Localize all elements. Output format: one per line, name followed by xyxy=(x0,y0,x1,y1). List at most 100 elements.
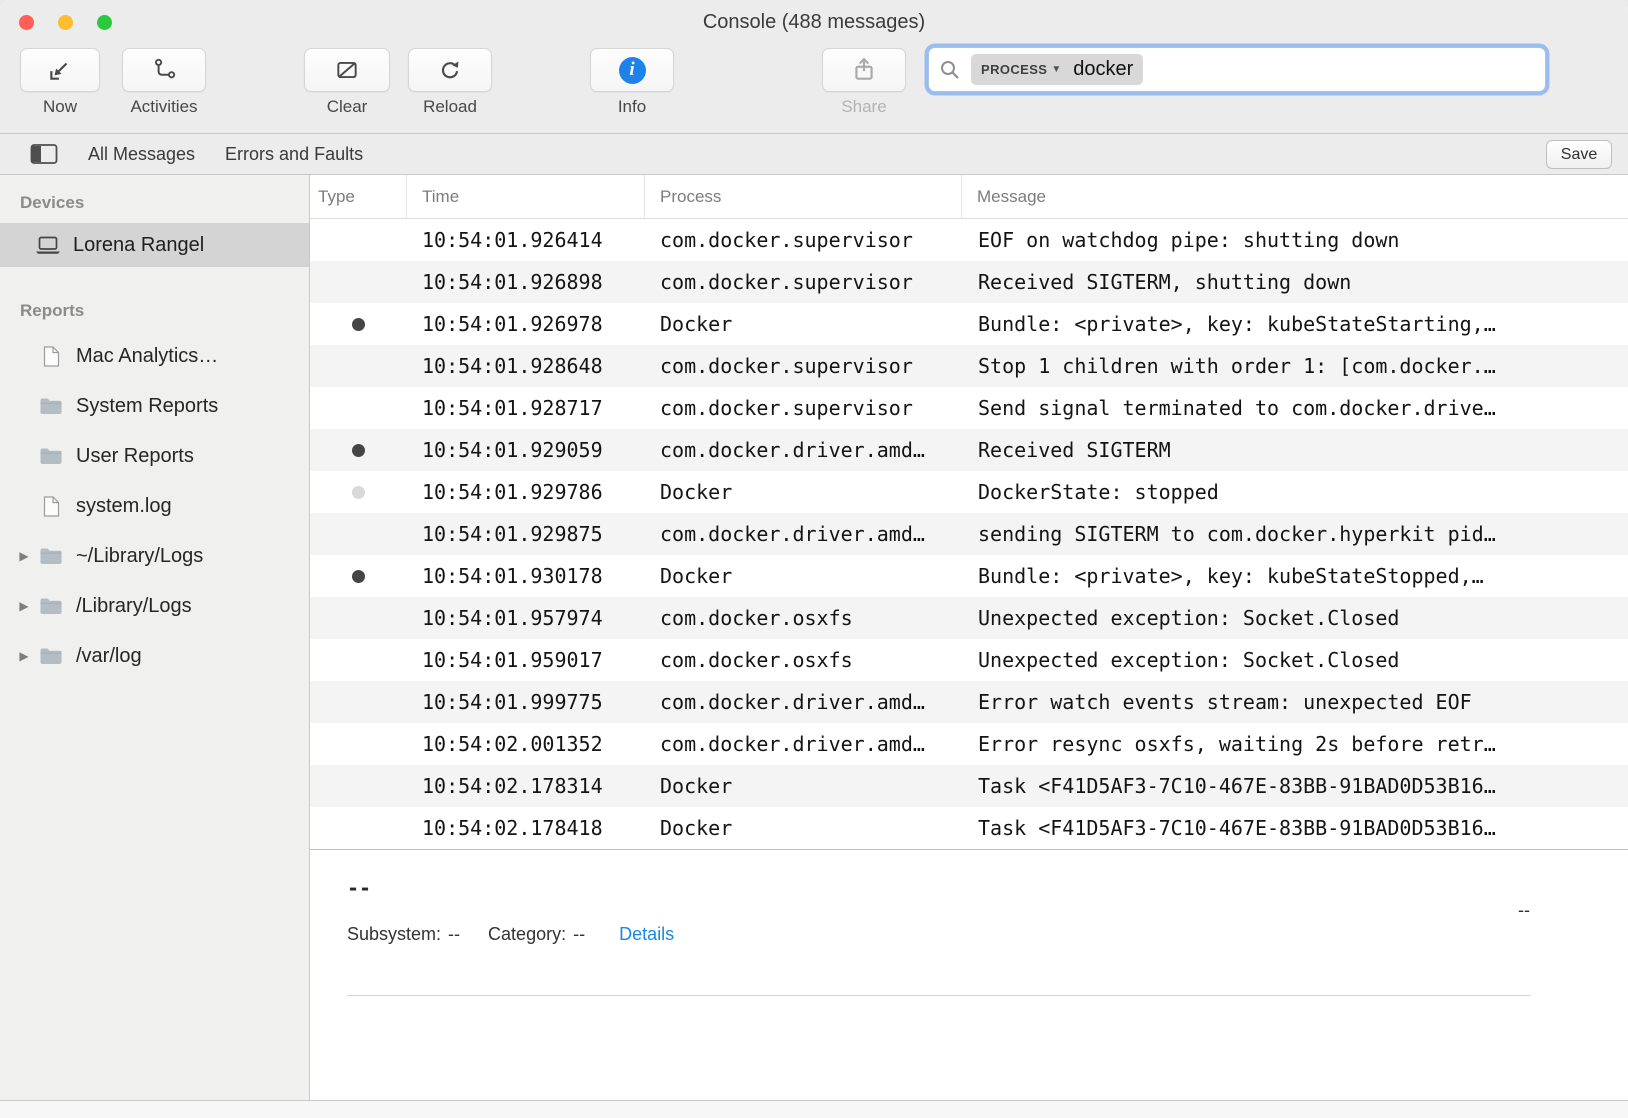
traffic-lights xyxy=(19,15,112,30)
log-message: Stop 1 children with order 1: [com.docke… xyxy=(962,354,1628,378)
disclosure-triangle-icon[interactable]: ▶ xyxy=(12,599,36,613)
detail-divider xyxy=(347,995,1530,996)
sidebar-item[interactable]: ▶ /Library/Logs xyxy=(0,581,309,631)
detail-meta-row: Subsystem: -- Category: -- Details xyxy=(347,924,1628,945)
log-row[interactable]: 10:54:01.926898 com.docker.supervisor Re… xyxy=(310,261,1628,303)
sidebar-item[interactable]: Mac Analytics… xyxy=(0,331,309,381)
log-time: 10:54:02.178314 xyxy=(407,774,645,798)
console-window: Console (488 messages) Now xyxy=(0,0,1628,1118)
sidebar-item[interactable]: ▶ /var/log xyxy=(0,631,309,681)
column-header-time[interactable]: Time xyxy=(407,175,645,218)
folder-icon xyxy=(36,447,66,465)
log-row[interactable]: 10:54:02.178314 Docker Task <F41D5AF3-7C… xyxy=(310,765,1628,807)
save-button[interactable]: Save xyxy=(1546,140,1612,169)
activities-icon xyxy=(151,57,177,83)
log-time: 10:54:01.999775 xyxy=(407,690,645,714)
log-message: EOF on watchdog pipe: shutting down xyxy=(962,228,1628,252)
detail-right-placeholder: -- xyxy=(1518,900,1530,921)
log-message: Unexpected exception: Socket.Closed xyxy=(962,606,1628,630)
scope-bar: All Messages Errors and Faults Save xyxy=(0,134,1628,175)
log-row[interactable]: 10:54:01.928717 com.docker.supervisor Se… xyxy=(310,387,1628,429)
folder-icon xyxy=(36,647,66,665)
log-process: com.docker.supervisor xyxy=(645,396,962,420)
activities-button[interactable]: Activities xyxy=(122,48,206,117)
log-row[interactable]: 10:54:02.178418 Docker Task <F41D5AF3-7C… xyxy=(310,807,1628,849)
log-message: Bundle: <private>, key: kubeStateStartin… xyxy=(962,312,1628,336)
horizontal-scrollbar-track[interactable] xyxy=(0,1100,1628,1118)
log-row[interactable]: 10:54:01.959017 com.docker.osxfs Unexpec… xyxy=(310,639,1628,681)
search-filter-token[interactable]: PROCESS ▼ docker xyxy=(971,54,1143,85)
log-level-dot-icon xyxy=(352,486,365,499)
clear-button[interactable]: Clear xyxy=(304,48,390,117)
log-process: com.docker.supervisor xyxy=(645,228,962,252)
sidebar-item-label: /var/log xyxy=(76,645,142,668)
detail-pane: -- Subsystem: -- Category: -- Details -- xyxy=(310,850,1628,1100)
log-message: DockerState: stopped xyxy=(962,480,1628,504)
log-time: 10:54:01.929059 xyxy=(407,438,645,462)
search-field[interactable]: PROCESS ▼ docker xyxy=(928,47,1546,92)
reload-button[interactable]: Reload xyxy=(408,48,492,117)
search-filter-category[interactable]: PROCESS xyxy=(981,62,1047,77)
log-row[interactable]: 10:54:01.929875 com.docker.driver.amd… s… xyxy=(310,513,1628,555)
disclosure-triangle-icon[interactable]: ▶ xyxy=(12,549,36,563)
log-row[interactable]: 10:54:02.001352 com.docker.driver.amd… E… xyxy=(310,723,1628,765)
log-level-dot-icon xyxy=(352,444,365,457)
log-type-cell xyxy=(310,444,407,457)
log-row[interactable]: 10:54:01.930178 Docker Bundle: <private>… xyxy=(310,555,1628,597)
column-header-process[interactable]: Process xyxy=(645,175,962,218)
sidebar-item-label: ~/Library/Logs xyxy=(76,545,203,568)
log-table: Type Time Process Message 10:54:01.92641… xyxy=(310,175,1628,1100)
log-row[interactable]: 10:54:01.999775 com.docker.driver.amd… E… xyxy=(310,681,1628,723)
sidebar-item-label: System Reports xyxy=(76,395,218,418)
log-process: Docker xyxy=(645,774,962,798)
log-row[interactable]: 10:54:01.926978 Docker Bundle: <private>… xyxy=(310,303,1628,345)
log-time: 10:54:01.959017 xyxy=(407,648,645,672)
log-row[interactable]: 10:54:01.929059 com.docker.driver.amd… R… xyxy=(310,429,1628,471)
sidebar-item-label: system.log xyxy=(76,495,172,518)
disclosure-triangle-icon[interactable]: ▶ xyxy=(12,649,36,663)
log-process: com.docker.driver.amd… xyxy=(645,522,962,546)
sidebar-item[interactable]: ▶ ~/Library/Logs xyxy=(0,531,309,581)
zoom-button[interactable] xyxy=(97,15,112,30)
sidebar: Devices Lorena Rangel Reports Mac Analyt… xyxy=(0,175,310,1100)
log-message: Error watch events stream: unexpected EO… xyxy=(962,690,1628,714)
content: Devices Lorena Rangel Reports Mac Analyt… xyxy=(0,175,1628,1100)
log-time: 10:54:02.178418 xyxy=(407,816,645,840)
log-type-cell xyxy=(310,318,407,331)
log-process: com.docker.driver.amd… xyxy=(645,732,962,756)
log-row[interactable]: 10:54:01.928648 com.docker.supervisor St… xyxy=(310,345,1628,387)
log-level-dot-icon xyxy=(352,570,365,583)
search-input[interactable]: docker xyxy=(1073,58,1133,81)
details-link[interactable]: Details xyxy=(619,924,674,945)
sidebar-item[interactable]: System Reports xyxy=(0,381,309,431)
sidebar-device-item[interactable]: Lorena Rangel xyxy=(0,223,309,267)
document-icon xyxy=(36,496,66,517)
log-process: Docker xyxy=(645,816,962,840)
log-row[interactable]: 10:54:01.957974 com.docker.osxfs Unexpec… xyxy=(310,597,1628,639)
log-process: Docker xyxy=(645,480,962,504)
close-button[interactable] xyxy=(19,15,34,30)
tab-errors-and-faults[interactable]: Errors and Faults xyxy=(225,144,363,165)
sidebar-toggle-button[interactable] xyxy=(30,143,58,165)
info-button[interactable]: i Info xyxy=(590,48,674,117)
sidebar-item-label: /Library/Logs xyxy=(76,595,192,618)
column-header-type[interactable]: Type xyxy=(310,175,407,218)
subsystem-value: -- xyxy=(448,924,460,945)
sidebar-item-label: Mac Analytics… xyxy=(76,345,218,368)
log-process: Docker xyxy=(645,564,962,588)
log-time: 10:54:01.926414 xyxy=(407,228,645,252)
share-button[interactable]: Share xyxy=(822,48,906,117)
log-message: sending SIGTERM to com.docker.hyperkit p… xyxy=(962,522,1628,546)
now-button[interactable]: Now xyxy=(20,48,100,117)
log-row[interactable]: 10:54:01.926414 com.docker.supervisor EO… xyxy=(310,219,1628,261)
sidebar-item[interactable]: system.log xyxy=(0,481,309,531)
minimize-button[interactable] xyxy=(58,15,73,30)
column-header-message[interactable]: Message xyxy=(962,175,1628,218)
tab-all-messages[interactable]: All Messages xyxy=(88,144,195,165)
log-time: 10:54:01.929875 xyxy=(407,522,645,546)
subsystem-label: Subsystem: xyxy=(347,924,441,945)
sidebar-item[interactable]: User Reports xyxy=(0,431,309,481)
log-time: 10:54:02.001352 xyxy=(407,732,645,756)
log-row[interactable]: 10:54:01.929786 Docker DockerState: stop… xyxy=(310,471,1628,513)
log-time: 10:54:01.926978 xyxy=(407,312,645,336)
